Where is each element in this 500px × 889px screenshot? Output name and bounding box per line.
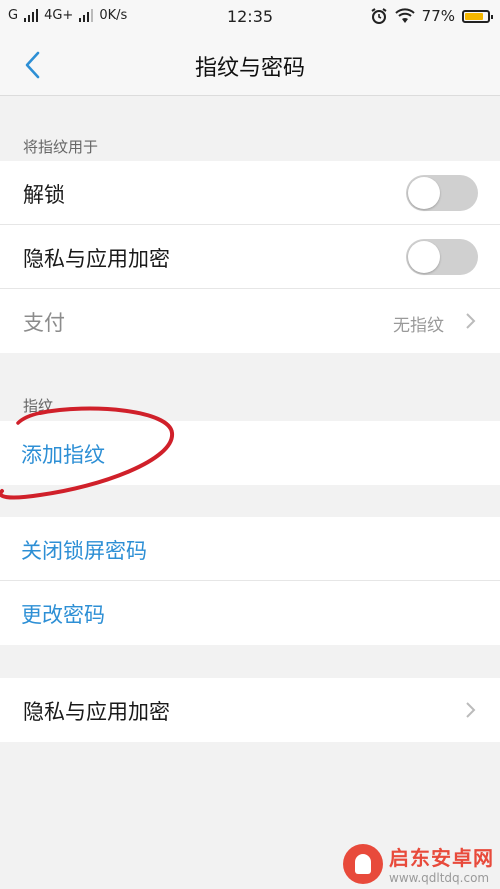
battery-percent: 77% — [421, 7, 455, 25]
privacy-encryption-label: 隐私与应用加密 — [23, 247, 170, 271]
privacy-encryption-toggle[interactable] — [406, 239, 478, 275]
wifi-icon — [394, 8, 415, 23]
privacy-group: 隐私与应用加密 — [0, 678, 500, 742]
unlock-label: 解锁 — [23, 183, 65, 207]
disable-lock-password-row[interactable]: 关闭锁屏密码 — [0, 517, 500, 581]
watermark-url: www.qdltdq.com — [389, 871, 490, 885]
page-title: 指纹与密码 — [194, 56, 305, 81]
watermark-name: 启东安卓网 — [389, 846, 494, 870]
fingerprint-use-group: 解锁 隐私与应用加密 支付 无指纹 — [0, 161, 500, 353]
watermark: 启东安卓网 www.qdltdq.com — [343, 842, 494, 885]
disable-lock-password-label: 关闭锁屏密码 — [21, 539, 147, 563]
watermark-text: 启东安卓网 www.qdltdq.com — [389, 842, 494, 885]
chevron-right-icon — [466, 702, 476, 718]
watermark-logo-icon — [343, 843, 383, 884]
payment-label: 支付 — [23, 311, 65, 335]
fingerprint-group: 添加指纹 — [0, 421, 500, 485]
section-header-fingerprint: 指纹 — [23, 397, 54, 415]
add-fingerprint-row[interactable]: 添加指纹 — [0, 421, 500, 485]
privacy-app-encryption-row[interactable]: 隐私与应用加密 — [0, 678, 500, 742]
payment-status: 无指纹 — [393, 316, 444, 336]
chevron-right-icon — [466, 313, 476, 329]
add-fingerprint-label: 添加指纹 — [21, 443, 105, 467]
alarm-icon — [371, 8, 387, 24]
password-group: 关闭锁屏密码 更改密码 — [0, 517, 500, 645]
privacy-encryption-row[interactable]: 隐私与应用加密 — [0, 225, 500, 289]
toggle-knob — [408, 177, 440, 209]
status-bar: G 4G+ 0K/s 12:35 77% — [0, 0, 500, 34]
nav-bar: 指纹与密码 — [0, 34, 500, 96]
privacy-app-encryption-label: 隐私与应用加密 — [23, 700, 170, 724]
unlock-toggle[interactable] — [406, 175, 478, 211]
unlock-row[interactable]: 解锁 — [0, 161, 500, 225]
change-password-row[interactable]: 更改密码 — [0, 581, 500, 645]
status-right: 77% — [370, 7, 493, 25]
section-header-use: 将指纹用于 — [23, 138, 99, 156]
battery-icon — [462, 9, 493, 23]
change-password-label: 更改密码 — [21, 603, 105, 627]
toggle-knob — [408, 241, 440, 273]
payment-row[interactable]: 支付 无指纹 — [0, 289, 500, 353]
